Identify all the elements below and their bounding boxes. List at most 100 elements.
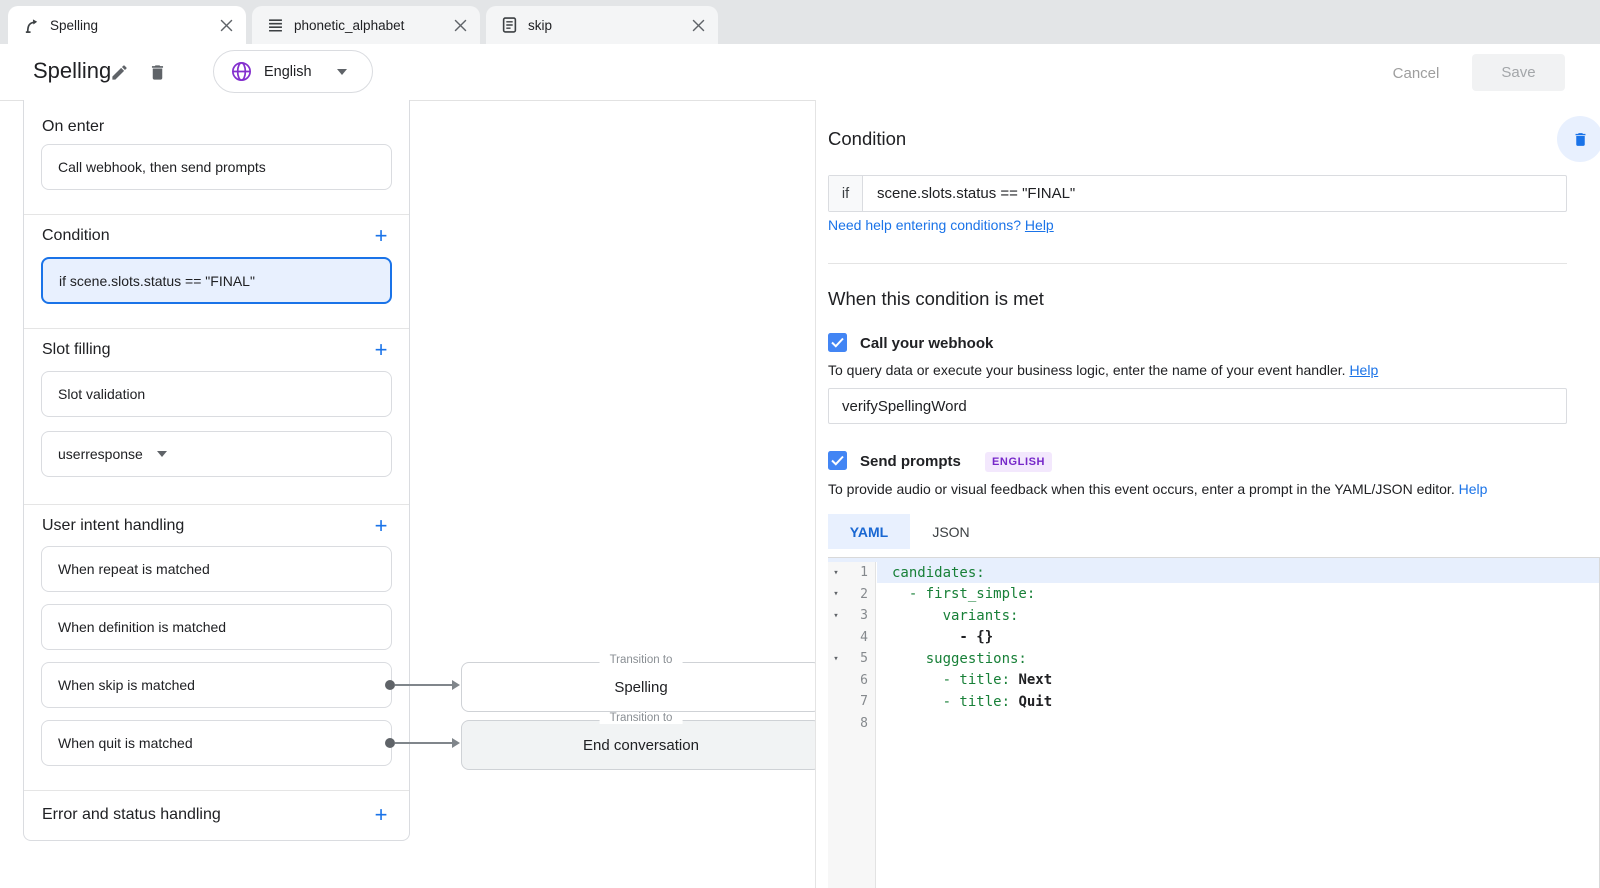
yaml-key: candidates: xyxy=(892,565,985,581)
close-icon[interactable] xyxy=(452,17,468,33)
add-error-handler-button[interactable]: + xyxy=(369,803,393,827)
condition-expression-input[interactable]: if scene.slots.status == "FINAL" xyxy=(828,175,1567,212)
if-prefix: if xyxy=(829,176,863,211)
yaml-key: variants: xyxy=(892,608,1018,624)
close-icon[interactable] xyxy=(690,17,706,33)
arrow-right-icon xyxy=(452,680,460,690)
language-badge: ENGLISH xyxy=(985,452,1052,472)
yaml-key: - title: xyxy=(892,672,1010,688)
line-number: 2 xyxy=(844,587,868,602)
yaml-key: - title: xyxy=(892,694,1010,710)
line-number: 3 xyxy=(844,608,868,623)
slot-name: userresponse xyxy=(58,446,143,462)
when-condition-met-title: When this condition is met xyxy=(828,288,1044,310)
intent-definition-item[interactable]: When definition is matched xyxy=(41,604,392,650)
connection-handle-quit[interactable] xyxy=(385,738,395,748)
language-selector[interactable]: English xyxy=(213,50,373,93)
section-title-user-intent: User intent handling xyxy=(42,517,184,535)
intent-quit-item[interactable]: When quit is matched xyxy=(41,720,392,766)
yaml-value: Quit xyxy=(1010,694,1052,710)
yaml-value: - {} xyxy=(892,629,993,645)
editor-tab-bar: Spelling phonetic_alphabet skip xyxy=(0,0,1600,44)
page-title: Spelling xyxy=(33,58,111,84)
transition-legend: Transition to xyxy=(600,654,683,666)
on-enter-item[interactable]: Call webhook, then send prompts xyxy=(41,144,392,190)
webhook-description: To query data or execute your business l… xyxy=(828,362,1378,378)
intent-repeat-item[interactable]: When repeat is matched xyxy=(41,546,392,592)
line-number: 8 xyxy=(844,716,868,731)
fold-arrow-icon[interactable]: ▾ xyxy=(828,568,844,578)
detail-title: Condition xyxy=(828,128,906,150)
delete-condition-button[interactable] xyxy=(1557,116,1600,162)
help-link[interactable]: Help xyxy=(1025,217,1054,233)
fold-arrow-icon[interactable]: ▾ xyxy=(828,589,844,599)
chevron-down-icon xyxy=(337,69,347,75)
transition-node-end-conversation[interactable]: Transition to End conversation xyxy=(461,720,821,770)
trash-icon xyxy=(1572,131,1589,148)
add-intent-button[interactable]: + xyxy=(369,514,393,538)
line-number: 4 xyxy=(844,630,868,645)
add-condition-button[interactable]: + xyxy=(369,224,393,248)
slot-userresponse-item[interactable]: userresponse xyxy=(41,431,392,477)
divider xyxy=(828,263,1567,264)
tab-phonetic-alphabet[interactable]: phonetic_alphabet xyxy=(252,6,480,44)
line-number: 7 xyxy=(844,694,868,709)
call-webhook-label: Call your webhook xyxy=(860,335,993,352)
tab-yaml[interactable]: YAML xyxy=(828,514,910,549)
code-text: candidates: xyxy=(868,565,985,581)
code-line: 6 - title: Next xyxy=(828,670,1599,692)
transition-node-spelling[interactable]: Transition to Spelling xyxy=(461,662,821,712)
scene-icon xyxy=(22,16,40,34)
transition-arrow-line xyxy=(395,684,452,686)
call-webhook-checkbox[interactable] xyxy=(828,333,847,352)
trash-icon xyxy=(148,63,167,82)
help-prompt: Need help entering conditions? xyxy=(828,217,1021,233)
tab-label: phonetic_alphabet xyxy=(294,18,452,33)
tab-skip[interactable]: skip xyxy=(486,6,718,44)
intent-skip-item[interactable]: When skip is matched xyxy=(41,662,392,708)
delete-scene-button[interactable] xyxy=(140,55,174,89)
scene-header: Spelling English Cancel Save xyxy=(0,44,1600,101)
add-slot-button[interactable]: + xyxy=(369,338,393,362)
line-number: 6 xyxy=(844,673,868,688)
code-line: 7 - title: Quit xyxy=(828,691,1599,713)
yaml-code-editor[interactable]: ▾ 1 candidates: ▾ 2 - first_simple: ▾ 3 … xyxy=(828,557,1600,888)
fold-arrow-icon[interactable]: ▾ xyxy=(828,611,844,621)
code-line: ▾ 1 candidates: xyxy=(828,562,1599,584)
prompts-desc-text: To provide audio or visual feedback when… xyxy=(828,481,1455,497)
check-icon xyxy=(831,337,844,348)
help-link[interactable]: Help xyxy=(1459,481,1488,497)
section-title-on-enter: On enter xyxy=(42,118,104,136)
close-icon[interactable] xyxy=(218,17,234,33)
event-handler-input[interactable]: verifySpellingWord xyxy=(828,388,1567,424)
check-icon xyxy=(831,455,844,466)
cancel-button[interactable]: Cancel xyxy=(1378,57,1454,89)
code-text: variants: xyxy=(868,608,1018,624)
help-link[interactable]: Help xyxy=(1349,362,1378,378)
tab-json[interactable]: JSON xyxy=(910,514,992,549)
rename-scene-button[interactable] xyxy=(102,55,136,89)
chevron-down-icon xyxy=(157,451,167,457)
divider xyxy=(24,504,409,505)
prompts-description: To provide audio or visual feedback when… xyxy=(828,481,1487,497)
divider xyxy=(24,790,409,791)
code-line: 4 - {} xyxy=(828,627,1599,649)
fold-arrow-icon[interactable]: ▾ xyxy=(828,654,844,664)
section-title-slot-filling: Slot filling xyxy=(42,341,110,359)
slot-validation-item[interactable]: Slot validation xyxy=(41,371,392,417)
section-title-error-handling: Error and status handling xyxy=(42,806,221,824)
connection-handle-skip[interactable] xyxy=(385,680,395,690)
divider xyxy=(24,328,409,329)
section-title-condition: Condition xyxy=(42,227,110,245)
yaml-key: suggestions: xyxy=(892,651,1027,667)
tab-spelling[interactable]: Spelling xyxy=(8,6,246,44)
code-line: 8 xyxy=(828,713,1599,735)
expression-value: scene.slots.status == "FINAL" xyxy=(863,176,1075,211)
condition-detail-panel: Condition if scene.slots.status == "FINA… xyxy=(815,100,1600,888)
tab-label: skip xyxy=(528,18,690,33)
send-prompts-checkbox[interactable] xyxy=(828,451,847,470)
condition-item-selected[interactable]: if scene.slots.status == "FINAL" xyxy=(41,257,392,304)
webhook-desc-text: To query data or execute your business l… xyxy=(828,362,1346,378)
intent-icon xyxy=(500,16,518,34)
save-button[interactable]: Save xyxy=(1472,54,1565,91)
